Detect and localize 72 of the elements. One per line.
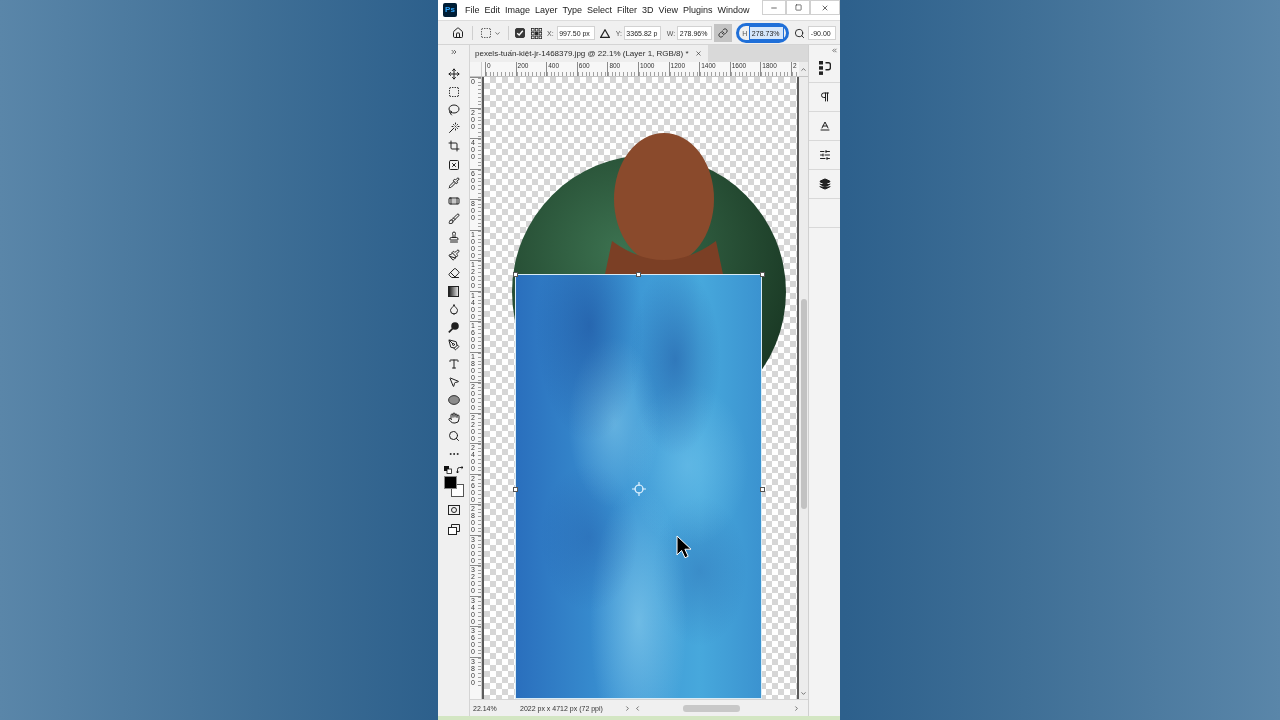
swap-arrows-icon[interactable] [455,466,464,475]
menu-item[interactable]: Image [505,5,531,15]
marquee-icon[interactable] [447,86,460,99]
brush-icon[interactable] [447,212,460,225]
home-icon[interactable] [452,27,464,39]
cursor-icon [676,535,692,559]
layers-icon[interactable] [818,178,831,190]
eraser-icon[interactable] [447,267,460,280]
marquee-icon[interactable] [480,27,492,39]
transform-handle[interactable] [759,486,765,492]
windows-icon[interactable] [447,524,460,536]
frame-icon[interactable] [447,158,460,171]
expand-icon[interactable] [449,48,458,56]
scroll-left-icon[interactable] [634,704,641,712]
paragraph-icon[interactable] [818,91,831,103]
menu-item[interactable]: 3D [642,5,654,15]
menu-item[interactable]: View [658,5,678,15]
character-icon[interactable] [818,120,831,132]
stamp-icon[interactable] [447,230,460,243]
crop-icon[interactable] [447,140,460,153]
pointer-icon[interactable] [447,375,460,388]
move-icon[interactable] [447,68,460,81]
sliders-icon[interactable] [818,149,831,161]
type-icon[interactable] [447,357,460,370]
scrollbar-thumb[interactable] [800,299,807,509]
magic-wand-icon[interactable] [447,122,460,135]
eyedropper-icon[interactable] [447,176,460,189]
transform-handle[interactable] [759,271,765,277]
transform-handle[interactable] [636,271,641,277]
close-icon[interactable] [694,50,702,57]
mask-icon[interactable] [447,505,460,516]
menu-item[interactable]: Window [717,5,750,15]
collapse-icon[interactable] [831,47,838,54]
menu-item[interactable]: Type [562,5,583,15]
lasso-icon[interactable] [447,104,460,117]
paintbrush-icon[interactable] [447,249,460,261]
scroll-right-icon[interactable] [793,704,800,712]
app-logo: Ps [443,3,457,17]
close-icon[interactable] [821,3,829,12]
foreground-color-swatch[interactable] [443,476,457,490]
link-icon[interactable] [718,28,729,38]
link-button[interactable] [714,24,733,42]
hand-icon[interactable] [447,411,460,424]
bandage-icon[interactable] [447,194,460,207]
maximize-icon[interactable] [794,4,802,11]
document-tab[interactable]: pexels-tuấn-kiệt-jr-1468379.jpg @ 22.1% (Layer 1, RGB/8) * [470,45,708,62]
menu-item[interactable]: Plugins [682,5,713,15]
default-colors-icon[interactable] [443,466,452,475]
transform-handle[interactable] [512,486,518,492]
lollipop-icon[interactable] [448,321,459,333]
droplet-icon[interactable] [447,303,460,316]
menu-item[interactable]: Select [587,5,613,15]
ellipse-icon[interactable] [447,394,460,405]
pen-icon[interactable] [447,339,460,352]
reference-grid-icon[interactable] [531,27,542,39]
menu-item[interactable]: Edit [484,5,501,15]
checkbox[interactable] [515,28,525,38]
triangle-icon[interactable] [599,28,610,38]
menu-item[interactable]: Layer [535,5,558,15]
check-icon [516,29,524,37]
chevron-right-icon[interactable] [624,704,631,712]
scroll-up-icon[interactable] [800,65,807,73]
caret-icon[interactable] [494,29,501,37]
scrollbar-thumb[interactable] [683,704,740,712]
scroll-down-icon[interactable] [800,690,807,697]
menu-item[interactable]: Filter [617,5,638,15]
menu-item[interactable]: File [465,5,480,15]
zoom-icon[interactable] [447,429,460,442]
steps-icon[interactable] [818,61,831,75]
magnifier-icon[interactable] [794,27,806,39]
gradient-icon[interactable] [448,285,459,297]
transform-handle[interactable] [512,271,518,277]
